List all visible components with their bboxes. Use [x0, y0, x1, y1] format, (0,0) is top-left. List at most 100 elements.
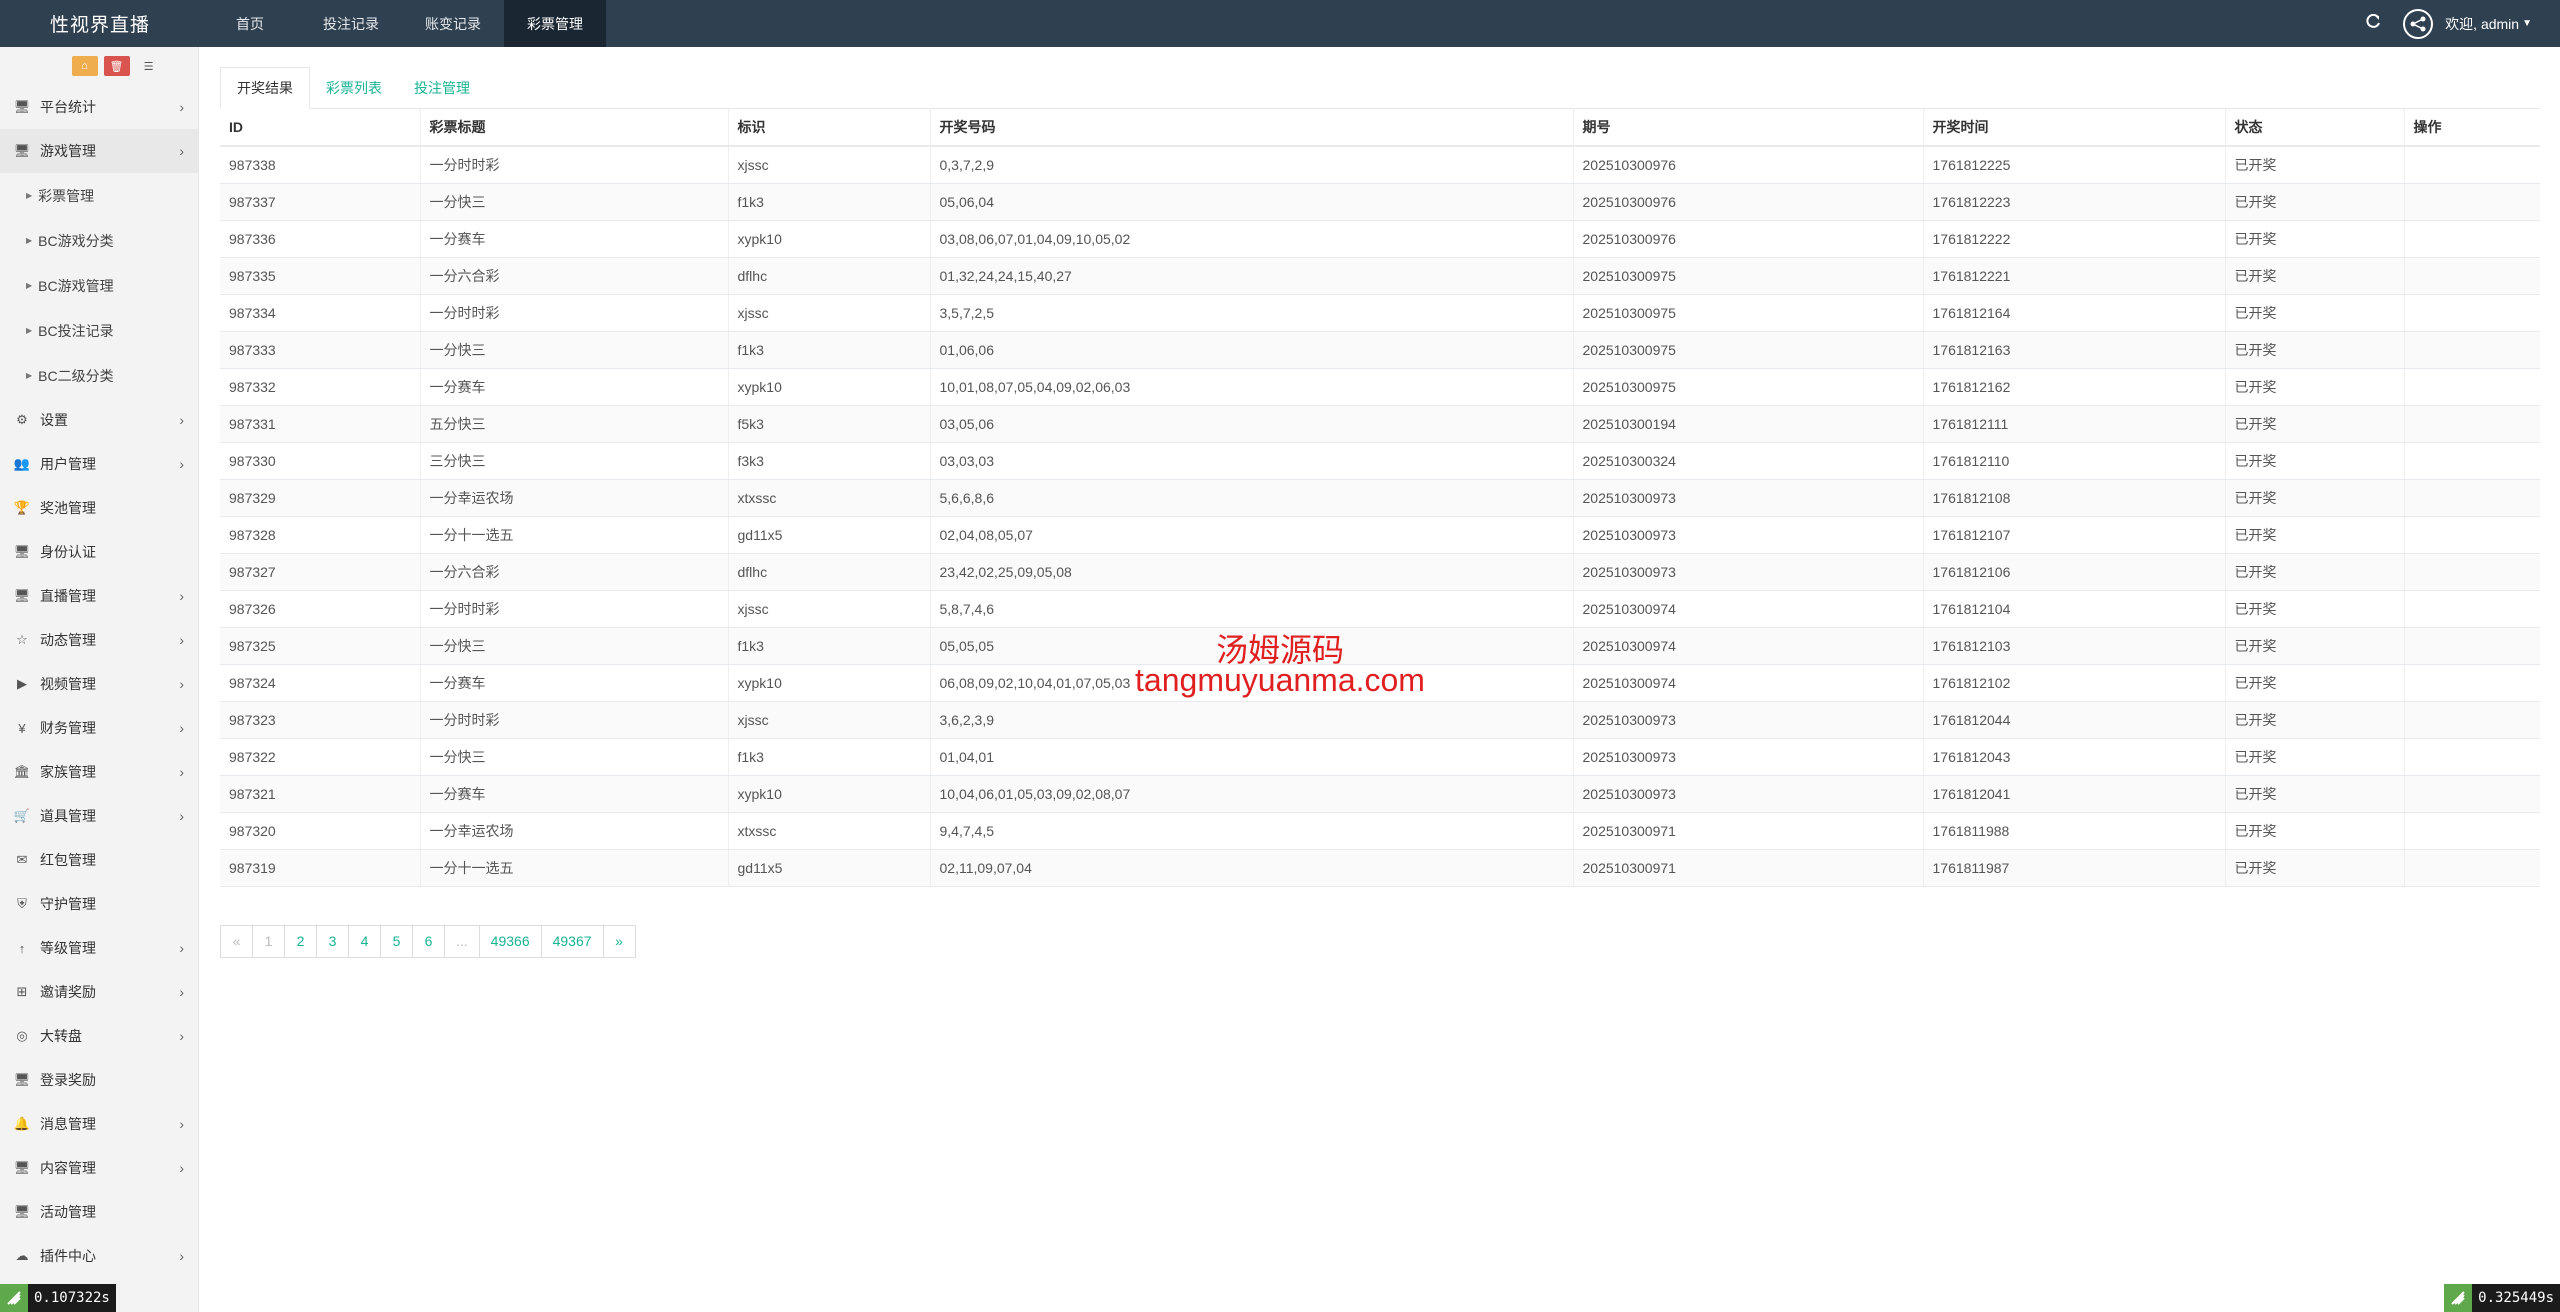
list-icon[interactable]: ☰ — [136, 56, 162, 76]
cell-actions[interactable] — [2404, 220, 2540, 258]
sidebar-item[interactable]: 🖥 身份认证 — [0, 530, 198, 574]
welcome-text[interactable]: 欢迎, admin — [2445, 14, 2519, 34]
cell-status: 已开奖 — [2225, 257, 2405, 295]
sidebar-subitem[interactable]: ▶ BC二级分类 — [0, 353, 198, 398]
sidebar-item[interactable]: 🔔 消息管理 › — [0, 1102, 198, 1146]
cell-actions[interactable] — [2404, 590, 2540, 628]
cell-code: xypk10 — [728, 220, 931, 258]
sidebar-item[interactable]: ↑ 等级管理 › — [0, 926, 198, 970]
sidebar-item[interactable]: ◎ 大转盘 › — [0, 1014, 198, 1058]
sidebar-item[interactable]: 🖥 活动管理 — [0, 1190, 198, 1234]
cell-actions[interactable] — [2404, 812, 2540, 850]
sidebar-item[interactable]: 🖥 平台统计 › — [0, 85, 198, 129]
sidebar-item[interactable]: 🖥 直播管理 › — [0, 574, 198, 618]
header-status[interactable]: 状态 — [2225, 109, 2405, 147]
sidebar-item[interactable]: 🏛 家族管理 › — [0, 750, 198, 794]
cell-code: xtxssc — [728, 812, 931, 850]
cell-period: 202510300976 — [1573, 220, 1924, 258]
cell-title: 一分快三 — [420, 627, 729, 665]
sidebar-item[interactable]: ¥ 财务管理 › — [0, 706, 198, 750]
page-button[interactable]: 3 — [316, 924, 349, 958]
sidebar-item[interactable]: 🖥 内容管理 › — [0, 1146, 198, 1190]
cell-actions[interactable] — [2404, 627, 2540, 665]
nav-home[interactable]: 首页 — [200, 0, 300, 47]
cell-actions[interactable] — [2404, 775, 2540, 813]
cell-actions[interactable] — [2404, 849, 2540, 887]
home-icon[interactable]: ⌂ — [71, 56, 98, 76]
cell-status: 已开奖 — [2225, 516, 2405, 554]
page-button[interactable]: 49366 — [478, 924, 542, 958]
cell-actions[interactable] — [2404, 257, 2540, 295]
cell-id: 987319 — [220, 849, 421, 887]
header-id[interactable]: ID — [220, 109, 421, 147]
page-button[interactable]: 1 — [252, 924, 285, 958]
caret-down-icon[interactable]: ▼ — [2522, 18, 2532, 29]
cell-actions[interactable] — [2404, 664, 2540, 702]
sidebar-item[interactable]: ▶ 视频管理 › — [0, 662, 198, 706]
cell-actions[interactable] — [2404, 368, 2540, 406]
cell-actions[interactable] — [2404, 146, 2540, 184]
page-button[interactable]: 4 — [348, 924, 381, 958]
cell-title: 一分幸运农场 — [420, 812, 729, 850]
header-code[interactable]: 标识 — [728, 109, 931, 147]
sidebar-subitem[interactable]: ▶ BC游戏分类 — [0, 218, 198, 263]
header-title[interactable]: 彩票标题 — [420, 109, 729, 147]
cell-actions[interactable] — [2404, 738, 2540, 776]
tab-draw-results[interactable]: 开奖结果 — [220, 67, 310, 109]
tab-bet-management[interactable]: 投注管理 — [398, 67, 486, 109]
brand-title[interactable]: 性视界直播 — [0, 0, 200, 47]
cell-actions[interactable] — [2404, 479, 2540, 517]
sidebar-item[interactable]: 👥 用户管理 › — [0, 442, 198, 486]
sidebar-item[interactable]: ⚙ 设置 › — [0, 398, 198, 442]
nav-lottery-management[interactable]: 彩票管理 — [504, 0, 606, 47]
shield-icon: ⛨ — [17, 896, 27, 911]
sidebar-item[interactable]: 🛒 道具管理 › — [0, 794, 198, 838]
prev-page-button[interactable]: « — [220, 924, 253, 958]
cell-actions[interactable] — [2404, 183, 2540, 221]
trash-icon[interactable]: 🗑 — [103, 56, 130, 76]
page-button[interactable]: 5 — [380, 924, 413, 958]
sidebar-item[interactable]: 🖥 游戏管理 › — [0, 129, 198, 173]
header-numbers[interactable]: 开奖号码 — [930, 109, 1574, 147]
cart-icon: 🛒 — [13, 808, 31, 823]
refresh-icon[interactable] — [2365, 13, 2381, 33]
avatar[interactable] — [2403, 8, 2434, 39]
sidebar-item[interactable]: 🏆 奖池管理 — [0, 486, 198, 530]
cell-status: 已开奖 — [2225, 738, 2405, 776]
cell-actions[interactable] — [2404, 553, 2540, 591]
sidebar-item[interactable]: ☁ 插件中心 › — [0, 1234, 198, 1278]
page-button[interactable]: 6 — [412, 924, 445, 958]
envelope-icon: ✉ — [16, 852, 28, 867]
sidebar-item[interactable]: ⊞ 邀请奖励 › — [0, 970, 198, 1014]
page-button[interactable]: 2 — [284, 924, 317, 958]
sidebar-item[interactable]: ☆ 动态管理 › — [0, 618, 198, 662]
sidebar-item-label: 插件中心 — [40, 1248, 96, 1264]
cell-id: 987330 — [220, 442, 421, 480]
header-time[interactable]: 开奖时间 — [1923, 109, 2226, 147]
timing-right: 0.325449s — [2478, 1290, 2554, 1306]
cell-actions[interactable] — [2404, 516, 2540, 554]
cell-status: 已开奖 — [2225, 664, 2405, 702]
table-row: 987335 一分六合彩 dflhc 01,32,24,24,15,40,27 2025… — [220, 257, 2540, 295]
cell-actions[interactable] — [2404, 331, 2540, 369]
sidebar-item[interactable]: ⛨ 守护管理 — [0, 882, 198, 926]
nav-account-changes[interactable]: 账变记录 — [402, 0, 504, 47]
sidebar-item[interactable]: 🖥 登录奖励 — [0, 1058, 198, 1102]
cell-actions[interactable] — [2404, 294, 2540, 332]
sidebar-item[interactable]: ✉ 红包管理 — [0, 838, 198, 882]
header-period[interactable]: 期号 — [1573, 109, 1924, 147]
page-button[interactable]: 49367 — [540, 924, 604, 958]
table-row: 987320 一分幸运农场 xtxssc 9,4,7,4,5 202510300971 1… — [220, 812, 2540, 850]
sidebar-subitem[interactable]: ▶ BC投注记录 — [0, 308, 198, 353]
cell-period: 202510300975 — [1573, 294, 1924, 332]
cell-title: 一分赛车 — [420, 368, 729, 406]
sidebar-subitem[interactable]: ▶ BC游戏管理 — [0, 263, 198, 308]
tab-lottery-list[interactable]: 彩票列表 — [310, 67, 398, 109]
cell-actions[interactable] — [2404, 405, 2540, 443]
sidebar-subitem[interactable]: ▶ 彩票管理 — [0, 173, 198, 218]
cell-actions[interactable] — [2404, 701, 2540, 739]
cell-actions[interactable] — [2404, 442, 2540, 480]
nav-bet-records[interactable]: 投注记录 — [300, 0, 402, 47]
next-page-button[interactable]: » — [602, 924, 636, 958]
cell-id: 987332 — [220, 368, 421, 406]
